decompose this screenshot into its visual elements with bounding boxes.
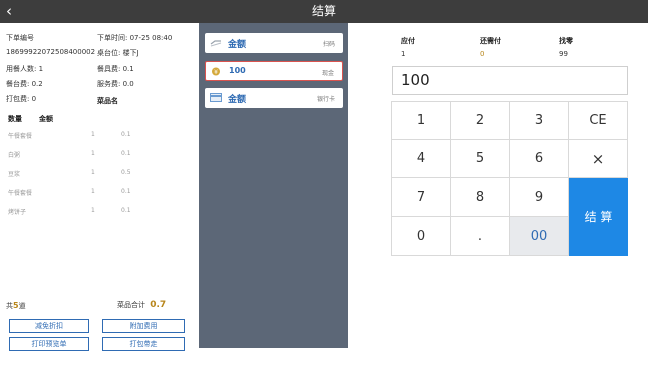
item-name: 午餐套餐 bbox=[8, 190, 33, 197]
item-amount: 0.1 bbox=[121, 207, 131, 214]
item-qty: 1 bbox=[91, 188, 95, 195]
svg-text:¥: ¥ bbox=[214, 69, 218, 76]
key-8[interactable]: 8 bbox=[451, 178, 510, 217]
clear-entry-button[interactable]: CE bbox=[569, 102, 628, 140]
amount-header: 金额 bbox=[39, 115, 53, 123]
key-4[interactable]: 4 bbox=[392, 140, 451, 178]
discount-button[interactable]: 减免折扣 bbox=[9, 319, 89, 333]
item-name: 烤饼子 bbox=[8, 209, 27, 216]
item-name: 豆浆 bbox=[8, 171, 21, 178]
item-qty: 1 bbox=[91, 169, 95, 176]
item-qty: 1 bbox=[91, 131, 95, 138]
page-title: 结算 bbox=[311, 4, 336, 18]
item-qty: 1 bbox=[91, 150, 95, 157]
key-0[interactable]: 0 bbox=[392, 217, 451, 256]
item-amount: 0.1 bbox=[121, 131, 131, 138]
bank-card-icon bbox=[210, 93, 222, 102]
pack-fee: 打包费: 0 bbox=[6, 95, 37, 103]
order-time: 下单时间: 07-25 08:40 bbox=[97, 34, 173, 42]
amount-input[interactable]: 100 bbox=[392, 66, 628, 95]
order-no-label: 下单编号 bbox=[6, 34, 34, 42]
remaining-value: 0 bbox=[480, 50, 485, 58]
dish-count-prefix: 共 bbox=[6, 302, 13, 310]
tableware-fee: 餐具费: 0.1 bbox=[97, 65, 134, 73]
key-7[interactable]: 7 bbox=[392, 178, 451, 217]
key-9[interactable]: 9 bbox=[510, 178, 569, 217]
seat-fee: 餐台费: 0.2 bbox=[6, 80, 43, 88]
payment-cash-amount: 100 bbox=[229, 66, 246, 75]
service-fee: 服务费: 0.0 bbox=[97, 80, 134, 88]
qty-header: 数量 bbox=[8, 115, 22, 123]
payment-scan-amount: 金额 bbox=[228, 40, 247, 50]
order-no-value: 18699922072508400002 bbox=[6, 48, 96, 56]
cash-icon: ¥ bbox=[212, 67, 220, 76]
key-1[interactable]: 1 bbox=[392, 102, 451, 140]
payment-scan[interactable]: 金额 扫码 bbox=[205, 33, 343, 53]
scan-icon bbox=[210, 40, 222, 47]
key-2[interactable]: 2 bbox=[451, 102, 510, 140]
payment-cash-type: 现金 bbox=[321, 70, 334, 77]
item-name: 白粥 bbox=[8, 152, 21, 159]
extra-fee-button[interactable]: 附加费用 bbox=[102, 319, 185, 333]
change-value: 99 bbox=[559, 50, 568, 58]
payment-scan-type: 扫码 bbox=[322, 41, 335, 48]
settle-button[interactable]: 结 算 bbox=[569, 178, 628, 256]
title-bar: ‹ 结算 bbox=[0, 0, 648, 23]
key-double-zero[interactable]: 00 bbox=[510, 217, 569, 256]
dish-name-header: 菜品名 bbox=[97, 97, 118, 105]
payment-card-type: 银行卡 bbox=[316, 96, 335, 103]
dish-total: 菜品合计 0.7 bbox=[117, 300, 166, 310]
dish-count: 共5道 bbox=[6, 301, 26, 311]
takeaway-button[interactable]: 打包带走 bbox=[102, 337, 185, 351]
delete-button[interactable]: × bbox=[569, 140, 628, 178]
dish-count-suffix: 道 bbox=[18, 302, 26, 310]
payment-card[interactable]: 金额 银行卡 bbox=[205, 88, 343, 108]
item-amount: 0.5 bbox=[121, 169, 131, 176]
item-qty: 1 bbox=[91, 207, 95, 214]
item-amount: 0.1 bbox=[121, 188, 131, 195]
key-3[interactable]: 3 bbox=[510, 102, 569, 140]
item-name: 午餐套餐 bbox=[8, 133, 33, 140]
table-position: 桌台位: 楼下J bbox=[97, 49, 139, 57]
key-6[interactable]: 6 bbox=[510, 140, 569, 178]
due-label: 应付 bbox=[401, 37, 415, 45]
print-preview-button[interactable]: 打印预览单 bbox=[9, 337, 89, 351]
change-label: 找零 bbox=[559, 37, 573, 45]
item-amount: 0.1 bbox=[121, 150, 131, 157]
diners-count: 用餐人数: 1 bbox=[6, 65, 44, 73]
payment-card-amount: 金额 bbox=[228, 95, 247, 105]
dish-total-label: 菜品合计 bbox=[117, 301, 145, 309]
due-value: 1 bbox=[401, 50, 406, 58]
remaining-label: 还需付 bbox=[480, 37, 501, 45]
payment-cash[interactable]: ¥ 100 现金 bbox=[205, 61, 343, 81]
key-dot[interactable]: . bbox=[451, 217, 510, 256]
key-5[interactable]: 5 bbox=[451, 140, 510, 178]
dish-total-value: 0.7 bbox=[150, 300, 167, 310]
